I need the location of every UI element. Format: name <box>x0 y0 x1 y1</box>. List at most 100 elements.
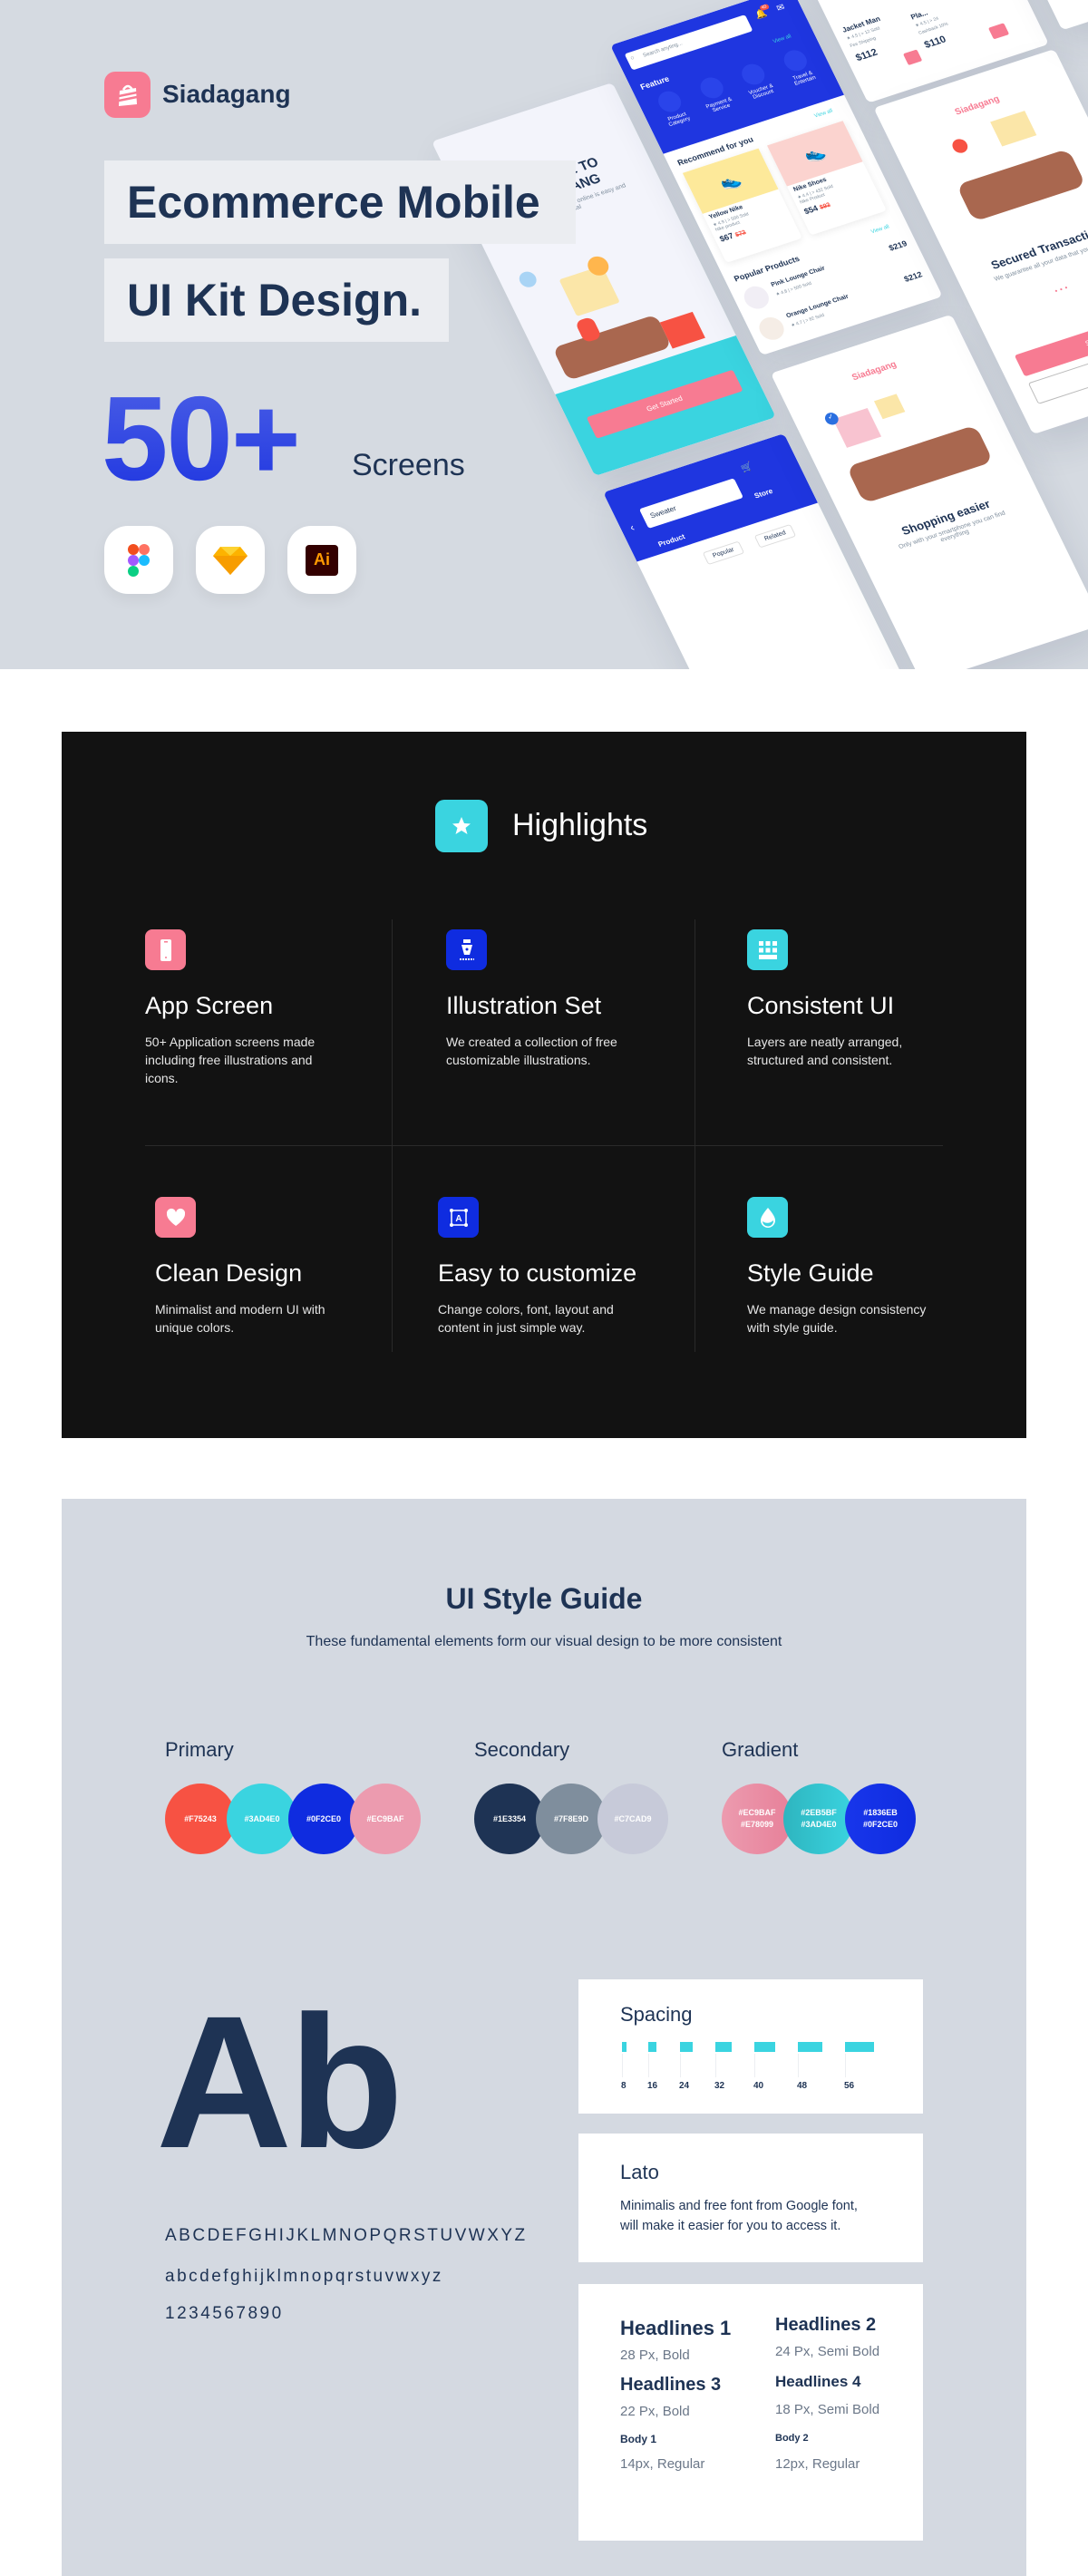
highlight-clean-design <box>155 1197 196 1238</box>
smartphone-icon <box>145 929 186 970</box>
gradient-label: Gradient <box>722 1738 799 1761</box>
view-all-link[interactable]: View all <box>870 224 890 235</box>
type-style-name: Headlines 3 <box>620 2375 722 2395</box>
highlight-title: Style Guide <box>747 1259 874 1287</box>
illustrator-logo-text: Ai <box>306 544 338 576</box>
highlight-title: App Screen <box>145 992 274 1019</box>
highlight-desc: Layers are neatly arranged, structured a… <box>747 1035 903 1067</box>
type-style-name: Headlines 1 <box>620 2317 732 2339</box>
title-line-2: UI Kit Design. <box>104 258 449 342</box>
illustration-box <box>873 394 906 420</box>
highlight-title: Illustration Set <box>446 992 602 1019</box>
secondary-swatch: #1E3354 <box>474 1784 545 1854</box>
hex-label: #3AD4E0 <box>244 1813 280 1823</box>
hex-label: #7F8E9D <box>553 1813 589 1823</box>
text-frame-icon: A <box>438 1197 479 1238</box>
svg-text:A: A <box>455 1214 461 1224</box>
hex-label: #0F2CE0 <box>306 1813 342 1823</box>
spacing-tick <box>798 2054 799 2077</box>
shopping-brand: Siadagang <box>850 359 899 384</box>
divider <box>145 1145 943 1146</box>
secondary-swatch: #C7CAD9 <box>597 1784 668 1854</box>
secondary-label: Secondary <box>474 1738 570 1761</box>
font-card: Lato Minimalis and free font from Google… <box>578 2134 923 2262</box>
spacing-label: 32 <box>714 2081 725 2091</box>
gradient-swatch: #EC9BAF #E78099 <box>722 1784 792 1854</box>
title-line-1: Ecommerce Mobile <box>104 160 576 244</box>
add-to-cart-button[interactable] <box>902 49 923 66</box>
lowercase-sample: abcdefghijklmnopqrstuvwxyz <box>165 2267 443 2286</box>
spacing-tick <box>845 2054 846 2077</box>
type-style-spec: 12px, Regular <box>775 2456 860 2472</box>
highlight-desc: Change colors, font, layout and content … <box>438 1302 614 1335</box>
spacing-label: 48 <box>797 2081 808 2091</box>
type-style-spec: 18 Px, Semi Bold <box>775 2402 880 2417</box>
clock-icon <box>516 269 539 290</box>
spacing-label: 56 <box>844 2081 855 2091</box>
hex-label: #3AD4E0 <box>801 1820 837 1829</box>
primary-swatch: #0F2CE0 <box>288 1784 359 1854</box>
spacing-tick <box>680 2054 681 2077</box>
style-guide-title: UI Style Guide <box>445 1582 643 1615</box>
spacing-bar <box>622 2042 627 2052</box>
spacing-bar <box>798 2042 823 2052</box>
sketch-icon <box>196 526 265 594</box>
spacing-tick <box>715 2054 716 2077</box>
type-style-spec: 28 Px, Bold <box>620 2348 690 2363</box>
illustration-box <box>832 408 882 448</box>
spacing-tick <box>648 2054 649 2077</box>
type-scale-card: Headlines 1 28 Px, Bold Headlines 2 24 Px… <box>578 2284 923 2541</box>
grid-icon <box>747 929 788 970</box>
highlight-title: Consistent UI <box>747 992 895 1019</box>
gradient-swatch: #2EB5BF #3AD4E0 <box>783 1784 854 1854</box>
type-style-name: Body 1 <box>620 2433 657 2445</box>
illustrator-icon: Ai <box>287 526 356 594</box>
pager-dots: ••• <box>1053 282 1073 296</box>
figma-icon <box>104 526 173 594</box>
highlight-easy-to-customize: A <box>438 1197 479 1238</box>
primary-swatch: #EC9BAF <box>350 1784 421 1854</box>
spacing-bar <box>845 2042 874 2052</box>
chip-related[interactable]: Related <box>753 523 797 549</box>
primary-label: Primary <box>165 1738 234 1761</box>
star-icon <box>435 800 488 852</box>
primary-swatch: #F75243 <box>165 1784 236 1854</box>
highlight-style-guide <box>747 1197 788 1238</box>
hero-section: Siadagang WELCOME TO SIADAGANG The place… <box>0 0 1088 669</box>
spacing-card: Spacing 8 16 24 32 40 48 56 <box>578 1979 923 2114</box>
type-style-name: Body 2 <box>775 2433 809 2444</box>
hex-label: #EC9BAF <box>738 1808 776 1817</box>
spacing-bar <box>715 2042 733 2052</box>
type-style-name: Headlines 4 <box>775 2373 861 2390</box>
sofa-illustration <box>956 148 1086 222</box>
screen-count-label: Screens <box>352 448 465 482</box>
pen-nib-icon <box>446 929 487 970</box>
highlight-title: Clean Design <box>155 1259 303 1287</box>
hex-label: #2EB5BF <box>801 1808 837 1817</box>
spacing-bar <box>680 2042 693 2052</box>
illustration-box <box>990 111 1037 147</box>
type-style-spec: 22 Px, Bold <box>620 2404 690 2419</box>
view-all-link[interactable]: View all <box>813 109 833 120</box>
chip-popular[interactable]: Popular <box>702 540 745 566</box>
spacing-bar <box>648 2042 657 2052</box>
primary-swatch: #3AD4E0 <box>227 1784 297 1854</box>
divider <box>392 919 393 1352</box>
screen-count: 50+ <box>102 372 301 505</box>
hex-label: #EC9BAF <box>366 1813 404 1823</box>
highlight-desc: We manage design consistency with style … <box>747 1302 927 1335</box>
hex-label: #F75243 <box>184 1813 217 1823</box>
highlight-illustration-set <box>446 929 487 970</box>
hex-label: #C7CAD9 <box>614 1813 652 1823</box>
spacing-label: 24 <box>679 2081 690 2091</box>
spacing-tick <box>754 2054 755 2077</box>
spacing-tick <box>622 2054 623 2077</box>
spacing-label: 8 <box>621 2081 627 2091</box>
type-style-name: Headlines 2 <box>775 2315 877 2335</box>
hex-label: #1836EB <box>863 1808 898 1817</box>
spacing-title: Spacing <box>620 2003 693 2026</box>
brand-name: Siadagang <box>162 80 291 108</box>
gradient-swatch: #1836EB #0F2CE0 <box>845 1784 916 1854</box>
hex-label: #E78099 <box>740 1820 774 1829</box>
cart-bubble-icon <box>949 137 970 155</box>
